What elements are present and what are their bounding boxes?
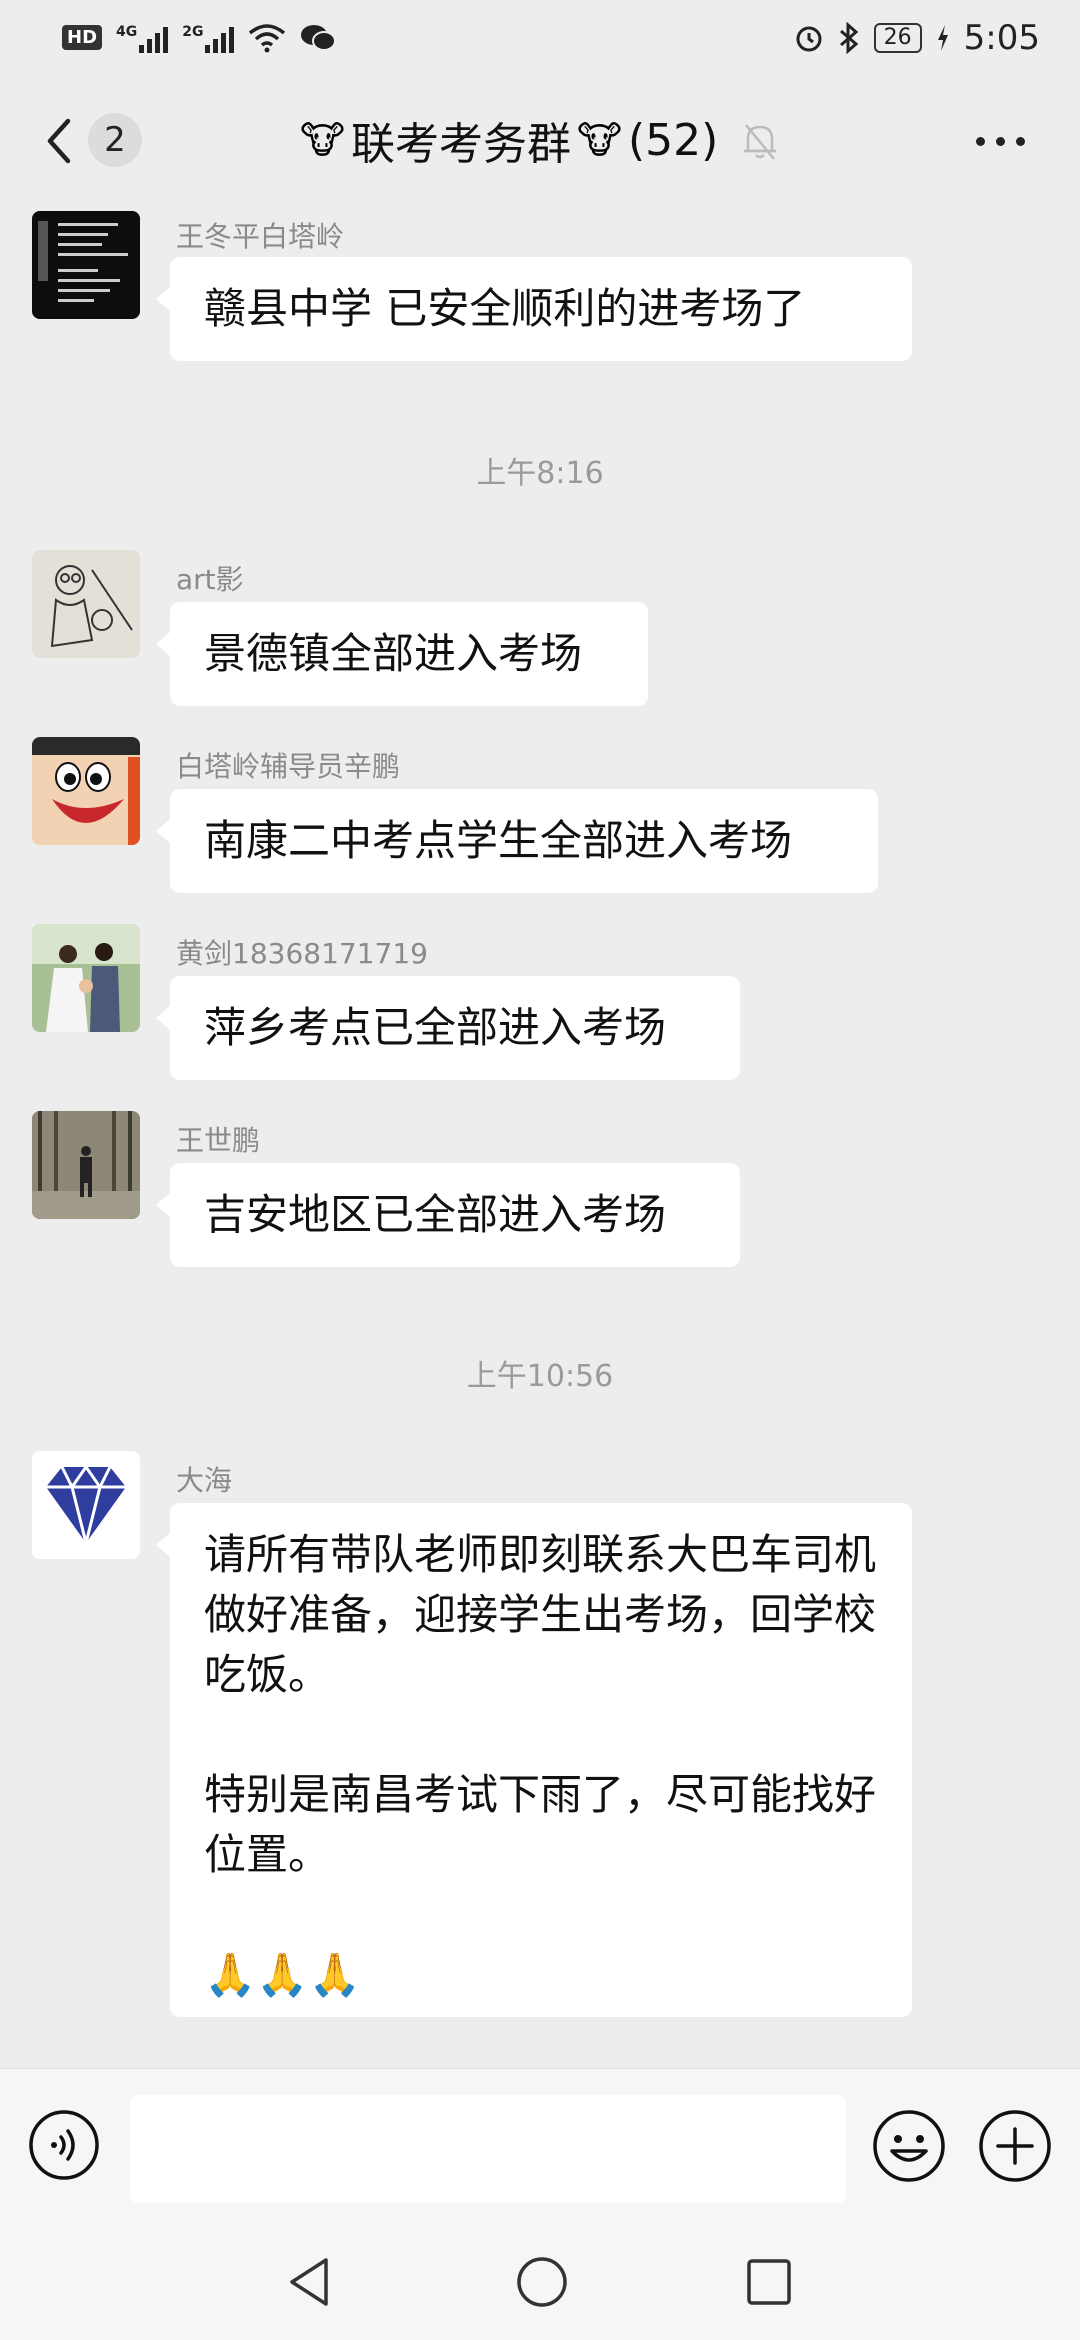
nav-home-icon[interactable] [515,2254,569,2310]
status-bar: HD 4G 2G 26 5:05 [0,0,1080,75]
charging-icon [937,24,948,51]
group-name: 联考考务群 [350,119,571,170]
status-right: 26 5:05 [794,18,1040,58]
cow-emoji: 🐮 [300,118,345,162]
avatar-image [32,1111,140,1219]
network-type-2: 2G [182,23,204,40]
message-emojis: 🙏🙏🙏 [204,1950,361,1999]
emoji-icon[interactable] [872,2109,946,2183]
message-bubble[interactable]: 吉安地区已全部进入考场 [156,1163,740,1267]
message-bubble[interactable]: 请所有带队老师即刻联系大巴车司机做好准备，迎接学生出考场，回学校吃饭。 特别是南… [156,1503,912,2017]
message-bubble[interactable]: 景德镇全部进入考场 [156,602,648,706]
chat-header: 2 🐮 联考考务群 🐮 (52) [0,75,1080,205]
signal-bars-icon [139,23,169,53]
nav-recent-icon[interactable] [744,2254,794,2310]
message-list[interactable]: 王冬平白塔岭 赣县中学 已安全顺利的进考场了 上午8:16 art影 景德镇全部… [0,205,1080,2065]
hd-badge: HD [62,25,103,50]
bell-off-icon [744,124,776,160]
signal-2: 2G [182,23,235,53]
sender-name: 王冬平白塔岭 [176,220,345,253]
sender-name: 大海 [176,1464,233,1497]
message-bubble[interactable]: 赣县中学 已安全顺利的进考场了 [156,257,912,361]
nav-back-icon[interactable] [284,2254,334,2310]
wechat-icon [301,24,337,51]
unread-count-badge[interactable]: 2 [88,113,142,167]
avatar-image [32,737,140,845]
clock: 5:05 [963,17,1040,58]
bluetooth-icon [839,21,858,54]
more-horizontal-icon[interactable] [976,137,1025,146]
alarm-icon [796,26,822,51]
sender-name: 白塔岭辅导员辛鹏 [176,750,401,783]
voice-icon[interactable] [28,2109,100,2181]
message-bubble[interactable]: 萍乡考点已全部进入考场 [156,976,740,1080]
avatar[interactable] [32,211,140,319]
message-bubble[interactable]: 南康二中考点学生全部进入考场 [156,789,878,893]
sender-name: 王世鹏 [176,1124,261,1157]
avatar[interactable] [32,737,140,845]
network-type-1: 4G [116,23,138,40]
cow-emoji: 🐮 [576,118,622,162]
signal-1: 4G [116,23,169,53]
timestamp: 上午8:16 [476,456,604,491]
sender-name: art影 [176,563,244,596]
avatar[interactable] [32,1451,140,1559]
wifi-icon [249,23,286,52]
timestamp: 上午10:56 [466,1359,614,1394]
avatar-image [32,924,140,1032]
avatar-image [32,550,140,658]
plus-icon[interactable] [978,2109,1052,2183]
diamond-icon [32,1451,140,1559]
system-nav-bar [0,2228,1080,2340]
avatar[interactable] [32,550,140,658]
chevron-left-icon[interactable] [38,113,88,169]
battery-level: 26 [873,22,922,53]
avatar[interactable] [32,1111,140,1219]
avatar[interactable] [32,924,140,1032]
message-paragraph: 请所有带队老师即刻联系大巴车司机做好准备，迎接学生出考场，回学校吃饭。 [204,1530,877,1699]
message-input[interactable] [130,2095,846,2203]
sender-name: 黄剑18368171719 [176,937,428,970]
avatar-image [32,211,140,319]
member-count: (52) [627,114,719,166]
chat-title: 🐮 联考考务群 🐮 (52) [300,110,719,171]
status-left: HD 4G 2G [62,23,337,53]
signal-bars-icon [205,23,235,53]
input-bar [0,2068,1080,2229]
message-paragraph: 特别是南昌考试下雨了，尽可能找好位置。 [204,1770,877,1879]
